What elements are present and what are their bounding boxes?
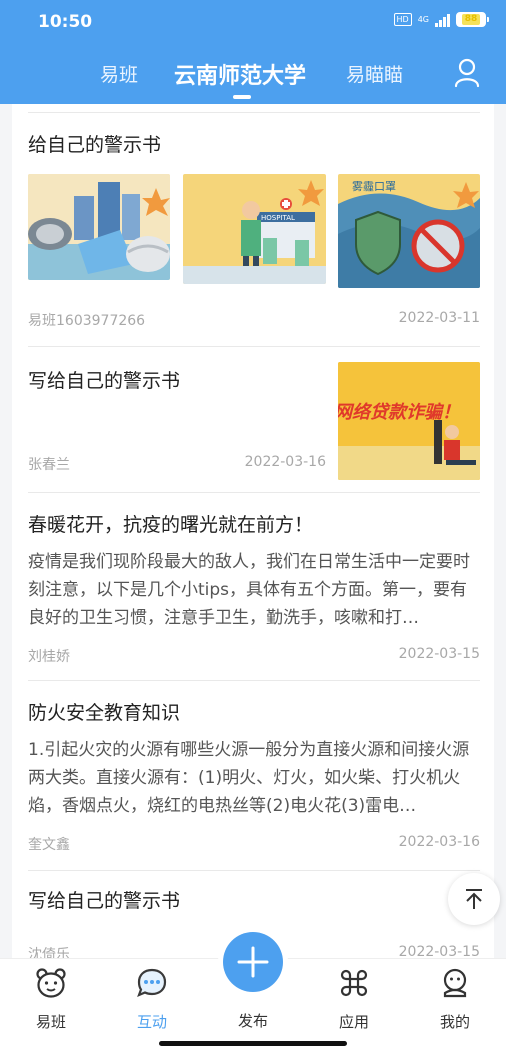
feed-item-excerpt: 疫情是我们现阶段最大的敌人，我们在日常生活中一定要时刻注意，以下是几个小tips… [28,552,470,628]
feed-item-date: 2022-03-16 [244,454,326,470]
feed-item[interactable]: 给自己的警示书 HOSPITAL 雾霾口罩 易班1603977266 2022-… [28,122,480,350]
nav-apps[interactable]: 应用 [314,967,394,1032]
feed-item-date: 2022-03-15 [398,944,480,958]
feed-item-title: 给自己的警示书 [28,134,162,156]
home-indicator [159,1041,347,1046]
nav-label: 互动 [136,1013,167,1031]
feed-item-image: HOSPITAL [183,174,326,284]
network-type: 4G [417,14,429,24]
feed-scroll-area[interactable]: 给自己的警示书 HOSPITAL 雾霾口罩 易班1603977266 2022-… [0,104,506,958]
feed-item-author: 易班1603977266 [28,313,146,329]
divider [28,680,480,681]
nav-label: 我的 [439,1013,470,1031]
svg-text:HOSPITAL: HOSPITAL [261,214,295,222]
publish-label: 发布 [237,1012,268,1030]
signal-icon [435,13,450,27]
status-bar: 10:50 HD 4G 88 [0,0,506,44]
feed-item-date: 2022-03-11 [398,310,480,326]
tab-yimiaomiao[interactable]: 易瞄瞄 [346,60,403,87]
chat-icon [137,968,167,997]
feed-item-author: 刘桂娇 [28,649,70,665]
divider [28,112,480,113]
nav-yiban[interactable]: 易班 [11,967,91,1032]
tab-yunnan-normal-university[interactable]: 云南师范大学 [174,58,306,90]
feed-item-date: 2022-03-15 [398,646,480,662]
feed-item-excerpt: 1.引起火灾的火源有哪些火源一般分为直接火源和间接火源两大类。直接火源有：(1)… [28,740,470,816]
feed-item-author: 张春兰 [28,457,70,473]
feed-item-title: 春暖花开，抗疫的曙光就在前方！ [28,514,314,536]
feed-item[interactable]: 防火安全教育知识 1.引起火灾的火源有哪些火源一般分为直接火源和间接火源两大类。… [28,686,480,870]
apps-icon [340,969,368,997]
top-app-bar: 10:50 HD 4G 88 易班 云南师范大学 易瞄瞄 [0,0,506,104]
divider [28,492,480,493]
nav-mine[interactable]: 我的 [415,967,495,1032]
profile-icon [443,968,467,998]
feed-item-image-caption: 网络贷款诈骗！ [338,402,460,423]
divider [28,870,480,871]
back-to-top-button[interactable] [448,873,500,925]
header-tabs: 易班 云南师范大学 易瞄瞄 [0,56,506,92]
feed-item-title: 防火安全教育知识 [28,702,181,724]
feed-item-author: 奎文鑫 [28,837,70,853]
battery-level: 88 [461,14,481,25]
active-tab-indicator [233,95,251,99]
publish-button[interactable] [223,932,283,992]
status-time: 10:50 [38,12,93,32]
feed-item-title: 写给自己的警示书 [28,890,181,912]
feed-item-author: 沈倚乐 [28,947,70,958]
feed-item-date: 2022-03-16 [398,834,480,850]
user-icon[interactable] [454,58,480,88]
nav-interaction[interactable]: 互动 [112,967,192,1032]
feed-item-title: 写给自己的警示书 [28,370,181,392]
feed-item[interactable]: 写给自己的警示书 张春兰 2022-03-16 网络贷款诈骗！ [28,352,480,492]
system-icons: HD 4G 88 [393,12,489,27]
hd-icon: HD [393,13,412,26]
battery-icon: 88 [456,12,489,27]
feed-item-image [28,174,170,280]
divider [28,346,480,347]
plus-icon [237,946,269,978]
feed-item-image: 雾霾口罩 [338,174,480,288]
tab-yiban[interactable]: 易班 [100,60,138,87]
feed-item-image: 网络贷款诈骗！ [338,362,480,480]
bear-icon [36,968,66,998]
nav-label: 易班 [35,1013,66,1031]
svg-text:雾霾口罩: 雾霾口罩 [352,180,396,193]
feed-item[interactable]: 春暖花开，抗疫的曙光就在前方！ 疫情是我们现阶段最大的敌人，我们在日常生活中一定… [28,498,480,680]
nav-label: 应用 [338,1013,369,1031]
arrow-up-icon [466,889,482,909]
